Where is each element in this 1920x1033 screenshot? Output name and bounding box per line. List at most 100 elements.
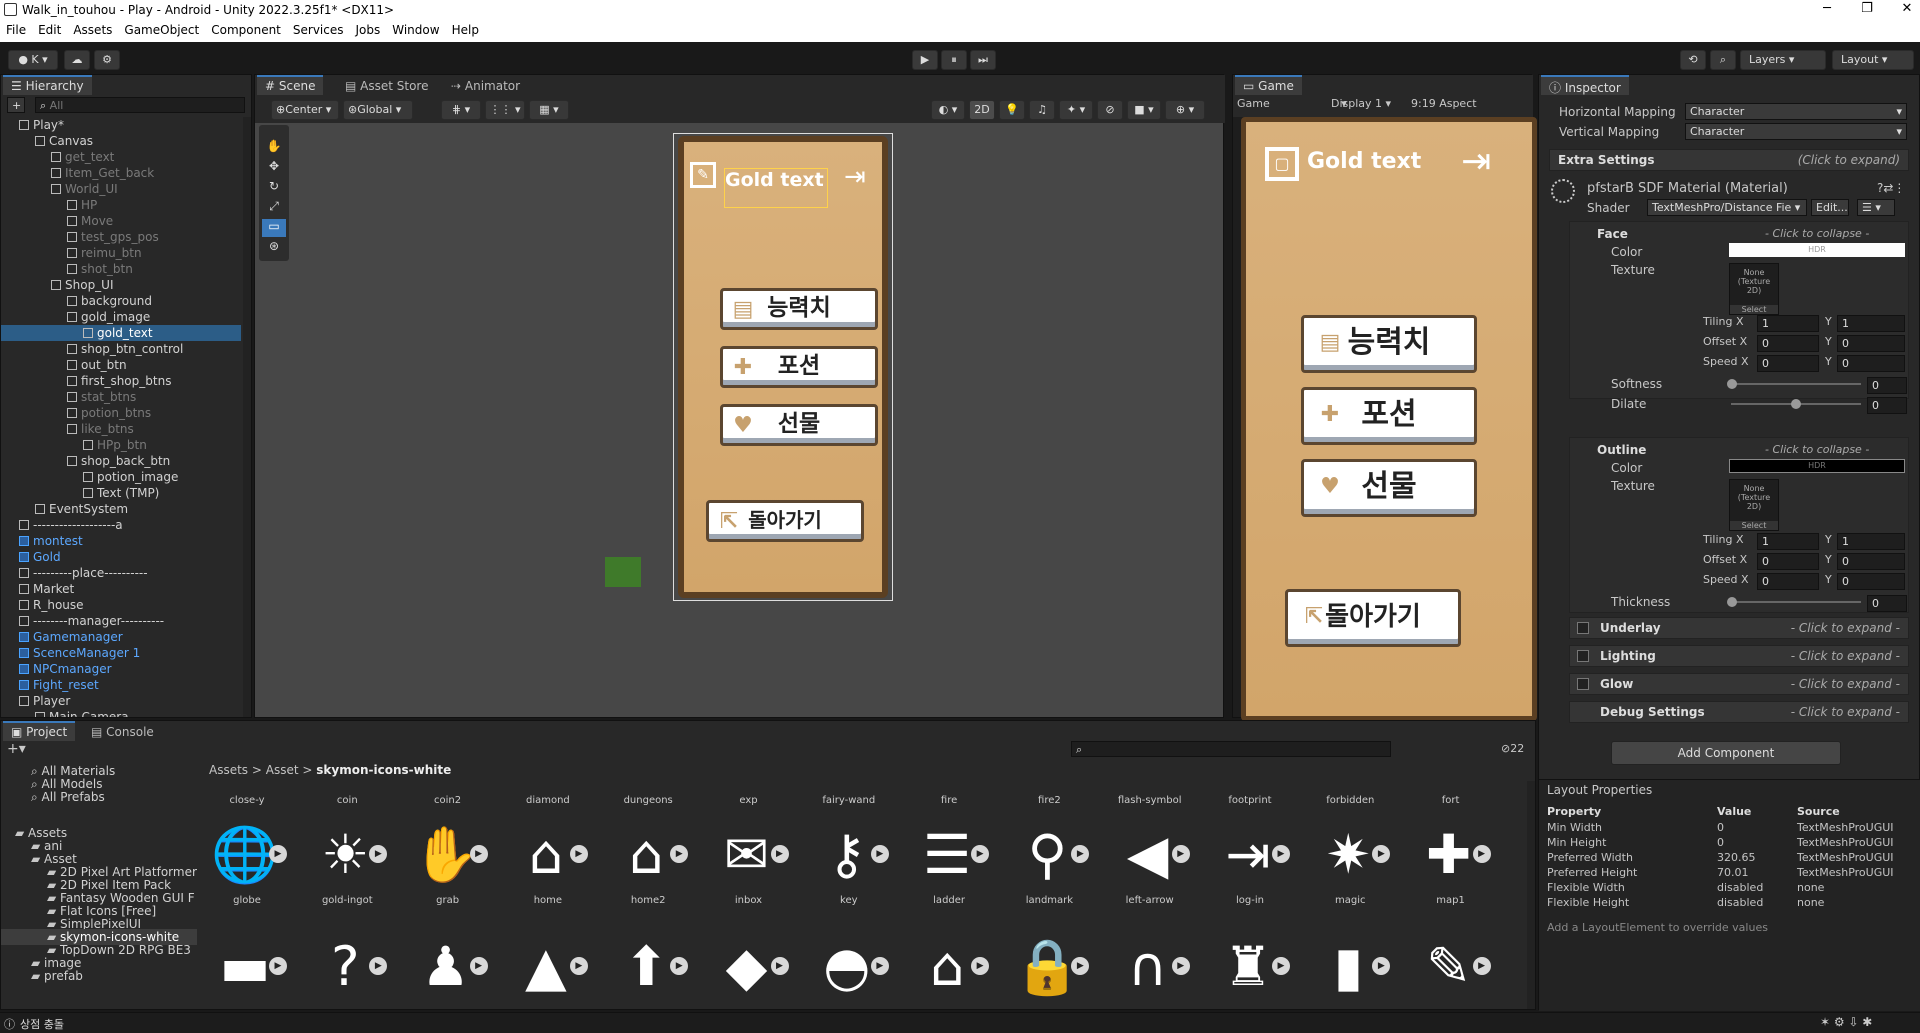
expand-asset-icon[interactable]: ▶ xyxy=(469,845,488,863)
face-texture-select[interactable]: Select xyxy=(1730,305,1778,314)
status-message[interactable]: 상점 충돌 xyxy=(20,1016,64,1032)
outline-texture-select[interactable]: Select xyxy=(1730,521,1778,530)
gizmos-icon[interactable]: ⊕ ▾ xyxy=(1165,100,1205,120)
vertical-mapping-dropdown[interactable]: Character ▾ xyxy=(1685,123,1907,140)
hierarchy-item[interactable]: gold_text xyxy=(1,325,241,341)
breadcrumb-current[interactable]: skymon-icons-white xyxy=(316,763,451,777)
hierarchy-item[interactable]: Gamemanager xyxy=(1,629,241,645)
hierarchy-item[interactable]: potion_image xyxy=(1,469,241,485)
asset-name[interactable]: fire2 xyxy=(1009,795,1089,806)
glow-checkbox[interactable] xyxy=(1577,678,1589,690)
history-icon[interactable]: ⟲ xyxy=(1680,50,1706,70)
underlay-header[interactable]: Underlay - Click to expand - xyxy=(1569,617,1909,639)
expand-asset-icon[interactable]: ▶ xyxy=(971,845,990,863)
softness-slider[interactable] xyxy=(1727,379,1861,389)
expand-asset-icon[interactable]: ▶ xyxy=(1171,845,1190,863)
hierarchy-item[interactable]: HP xyxy=(1,197,241,213)
asset-tile[interactable]: ⌂ ▶ home xyxy=(508,821,588,911)
asset-tile[interactable]: ⇥ ▶ log-in xyxy=(1210,821,1290,911)
asset-tile[interactable]: ⚷ ▶ key xyxy=(809,821,889,911)
hierarchy-item[interactable]: ---------place---------- xyxy=(1,565,241,581)
layout-dropdown[interactable]: Layout ▾ xyxy=(1832,50,1914,70)
asset-name[interactable]: flash-symbol xyxy=(1110,795,1190,806)
cloud-icon[interactable]: ☁ xyxy=(64,50,90,70)
tab-scene[interactable]: # Scene xyxy=(257,75,324,95)
draw-mode-icon[interactable]: ◐ ▾ xyxy=(931,100,965,120)
layers-dropdown[interactable]: Layers ▾ xyxy=(1740,50,1826,70)
outline-offset-x[interactable]: 0 xyxy=(1757,553,1819,570)
hierarchy-item[interactable]: Item_Get_back xyxy=(1,165,241,181)
rotate-tool-icon[interactable]: ↻ xyxy=(262,179,286,197)
hierarchy-item[interactable]: EventSystem xyxy=(1,501,241,517)
asset-tile[interactable]: ☀ ▶ gold-ingot xyxy=(307,821,388,911)
face-offset-y[interactable]: 0 xyxy=(1837,335,1905,352)
asset-tile[interactable]: ✉ ▶ inbox xyxy=(709,821,789,911)
hierarchy-item[interactable]: background xyxy=(1,293,241,309)
asset-name[interactable]: fort xyxy=(1411,795,1491,806)
shader-edit-button[interactable]: Edit... xyxy=(1811,199,1849,216)
menu-assets[interactable]: Assets xyxy=(67,20,118,37)
asset-tile[interactable]: ☰ ▶ ladder xyxy=(909,821,990,911)
asset-tile[interactable]: 🔒 ▶ xyxy=(1009,933,1090,1005)
display-dropdown[interactable]: Display 1 ▾ xyxy=(1331,97,1391,110)
outline-speed-y[interactable]: 0 xyxy=(1837,573,1905,590)
add-component-button[interactable]: Add Component xyxy=(1611,741,1841,765)
outline-tiling-x[interactable]: 1 xyxy=(1757,533,1819,550)
expand-asset-icon[interactable]: ▶ xyxy=(770,957,789,975)
extra-settings-header[interactable]: Extra Settings (Click to expand) xyxy=(1549,149,1909,171)
expand-asset-icon[interactable]: ▶ xyxy=(670,845,689,863)
aspect-dropdown[interactable]: 9:19 Aspect xyxy=(1411,97,1477,110)
asset-tile[interactable]: ◆ ▶ xyxy=(709,933,789,1005)
face-title[interactable]: Face xyxy=(1597,227,1628,241)
menu-component[interactable]: Component xyxy=(205,20,287,37)
asset-tile[interactable]: ✎ ▶ xyxy=(1411,933,1491,1005)
collab-icon[interactable]: ⚙ xyxy=(94,50,120,70)
asset-tile[interactable]: ▬ ▶ xyxy=(207,933,287,1005)
hierarchy-item[interactable]: Fight_reset xyxy=(1,677,241,693)
space-dropdown[interactable]: ⊛Global ▾ xyxy=(343,100,413,120)
outline-collapse-hint[interactable]: - Click to collapse - xyxy=(1765,443,1869,456)
game-potion-button[interactable]: ✚ 포션 xyxy=(1301,387,1477,445)
play-button[interactable]: ▶ xyxy=(912,50,938,70)
game-exit-icon[interactable]: ⇥ xyxy=(1461,141,1491,182)
add-object-button[interactable]: + xyxy=(7,97,25,113)
hierarchy-item[interactable]: --------manager---------- xyxy=(1,613,241,629)
increment-snap-icon[interactable]: ▦ ▾ xyxy=(529,100,569,120)
expand-asset-icon[interactable]: ▶ xyxy=(870,845,889,863)
scene-gift-button[interactable]: ♥ 선물 xyxy=(720,404,878,446)
thickness-value[interactable]: 0 xyxy=(1867,595,1907,612)
effects-icon[interactable]: ✦ ▾ xyxy=(1059,100,1093,120)
scene-gold-text[interactable]: Gold text xyxy=(724,168,828,208)
hierarchy-item[interactable]: shot_btn xyxy=(1,261,241,277)
asset-name[interactable]: diamond xyxy=(508,795,588,806)
expand-asset-icon[interactable]: ▶ xyxy=(1071,957,1090,975)
asset-tile[interactable]: ▮ ▶ xyxy=(1310,933,1391,1005)
scene-stats-button[interactable]: ▤ 능력치 xyxy=(720,288,878,330)
scale-tool-icon[interactable]: ⤢ xyxy=(262,199,286,217)
hierarchy-item[interactable]: ScenceManager 1 xyxy=(1,645,241,661)
scene-back-button[interactable]: ⇱ 돌아가기 xyxy=(706,500,864,542)
hierarchy-item[interactable]: shop_btn_control xyxy=(1,341,241,357)
thickness-slider[interactable] xyxy=(1727,597,1861,607)
menu-services[interactable]: Services xyxy=(287,20,350,37)
hidden-objects-icon[interactable]: ⊘ xyxy=(1097,100,1123,120)
asset-name[interactable]: footprint xyxy=(1210,795,1290,806)
expand-asset-icon[interactable]: ▶ xyxy=(1272,845,1290,863)
hierarchy-item[interactable]: Gold xyxy=(1,549,241,565)
hierarchy-item[interactable]: R_house xyxy=(1,597,241,613)
expand-asset-icon[interactable]: ▶ xyxy=(1372,957,1391,975)
hierarchy-item[interactable]: get_text xyxy=(1,149,241,165)
tab-project[interactable]: ▣ Project xyxy=(3,721,76,741)
minimize-button[interactable]: ─ xyxy=(1812,1,1842,19)
underlay-checkbox[interactable] xyxy=(1577,622,1589,634)
asset-tile[interactable]: ∩ ▶ xyxy=(1110,933,1190,1005)
asset-tile[interactable]: ♟ ▶ xyxy=(408,933,488,1005)
step-button[interactable]: ⏭ xyxy=(970,50,996,70)
breadcrumb-assets[interactable]: Assets xyxy=(209,763,248,777)
hierarchy-item[interactable]: Canvas xyxy=(1,133,241,149)
expand-asset-icon[interactable]: ▶ xyxy=(1071,845,1090,863)
menu-jobs[interactable]: Jobs xyxy=(350,20,387,37)
expand-asset-icon[interactable]: ▶ xyxy=(269,845,287,863)
outline-texture-slot[interactable]: None (Texture 2D) Select xyxy=(1729,479,1779,531)
asset-name[interactable]: coin2 xyxy=(408,795,488,806)
